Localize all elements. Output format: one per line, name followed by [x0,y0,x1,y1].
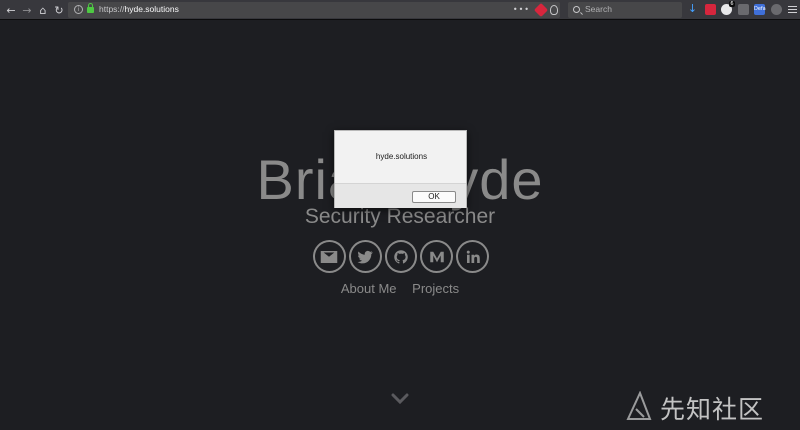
lightbulb-icon[interactable] [550,5,558,15]
search-bar[interactable]: Search [568,2,682,18]
extension-badge: 6 [729,1,735,7]
watermark: 先知社区 [624,388,796,424]
extension-icon[interactable] [533,2,549,18]
watermark-text: 先知社区 [660,395,765,424]
email-link[interactable] [313,240,346,273]
url-scheme: https:// [99,4,125,14]
projects-link[interactable]: Projects [412,281,459,296]
github-link[interactable] [384,240,418,273]
search-icon [573,6,580,13]
reload-icon[interactable]: ↻ [52,3,66,17]
github-icon [394,249,408,263]
envelope-icon [321,250,338,263]
nav-links: About Me Projects [0,281,800,296]
info-icon[interactable]: i [74,5,83,14]
lock-icon [87,3,94,13]
linkedin-icon [466,250,480,263]
url-host: hyde.solutions [124,4,179,14]
linkedin-link[interactable] [456,240,489,273]
alert-dialog: hyde.solutions OK [334,130,467,208]
download-icon[interactable]: ↓ [687,3,698,15]
chevron-down-icon[interactable] [391,391,409,405]
back-arrow-icon[interactable]: ← [4,3,18,17]
extension-icon-3[interactable] [738,4,749,15]
social-links [313,240,489,274]
url-bar[interactable]: i https://hyde.solutions ••• [68,2,560,18]
about-me-link[interactable]: About Me [341,281,397,296]
alert-footer: OK [335,183,466,208]
watermark-logo-icon [626,391,652,420]
hero-role: Security Researcher [304,205,496,228]
hamburger-menu-icon[interactable] [788,4,798,15]
ok-button[interactable]: OK [412,191,456,203]
page-actions-icon[interactable]: ••• [513,5,530,14]
page-content: Brian Hyde Security Researcher About Me … [0,21,800,430]
search-placeholder: Search [585,4,612,14]
medium-link[interactable] [420,240,454,273]
url-text[interactable]: https://hyde.solutions [99,4,179,14]
medium-icon [430,251,444,262]
extension-icon-4[interactable]: Defa [754,4,766,15]
alert-message: hyde.solutions [375,152,428,161]
extension-icon-1[interactable] [705,4,716,15]
browser-toolbar: ← → ⌂ ↻ i https://hyde.solutions ••• Sea… [0,0,800,20]
twitter-link[interactable] [348,240,382,273]
extension-icon-5[interactable] [771,4,782,15]
forward-arrow-icon[interactable]: → [20,3,34,17]
home-icon[interactable]: ⌂ [36,3,50,17]
twitter-icon [357,250,373,263]
